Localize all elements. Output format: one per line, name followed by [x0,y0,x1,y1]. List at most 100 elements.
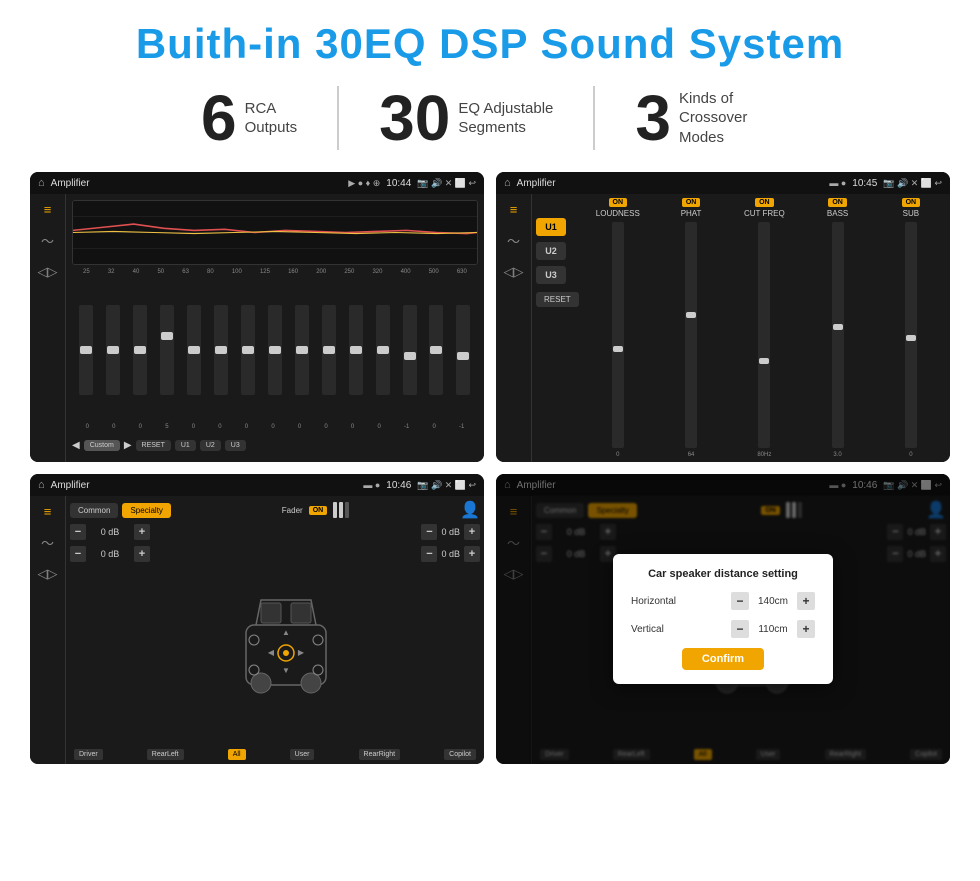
main-title: Buith-in 30EQ DSP Sound System [30,20,950,68]
amp-reset-btn[interactable]: RESET [536,292,579,307]
eq-u2-btn[interactable]: U2 [200,440,221,451]
bass-on[interactable]: ON [828,198,847,207]
eq-slider-14[interactable] [429,305,443,395]
amp-phat-col: ON PHAT 64 [656,198,726,458]
db-minus-1-bl[interactable]: − [70,524,86,540]
eq-slider-4[interactable] [160,305,174,395]
sidebar-vol-icon-tr[interactable]: ◁▷ [504,264,524,280]
eq-slider-2[interactable] [106,305,120,395]
db-plus-r1-bl[interactable]: + [464,524,480,540]
sidebar-wave-icon-bl[interactable]: 〜 [41,533,54,552]
db-plus-r2-bl[interactable]: + [464,546,480,562]
eq-slider-3[interactable] [133,305,147,395]
sidebar-vol-icon[interactable]: ◁▷ [38,264,58,280]
eq-slider-12[interactable] [376,305,390,395]
status-right-bl: 📷 🔊 ✕ ⬜ ↩ [417,480,476,491]
db-minus-2-bl[interactable]: − [70,546,86,562]
time-tl: 10:44 [386,178,411,189]
all-btn-bl[interactable]: All [228,749,246,760]
vertical-plus-btn[interactable]: + [797,620,815,638]
channel-tabs-bl: Common Specialty [70,503,171,518]
eq-slider-11[interactable] [349,305,363,395]
bass-val: 3.0 [833,452,841,458]
amp-controls: ON LOUDNESS 0 ON PHAT [583,198,946,458]
rearright-btn-bl[interactable]: RearRight [359,749,401,760]
app-title-bl: Amplifier [51,480,358,491]
sidebar-wave-icon-tr[interactable]: 〜 [507,231,520,250]
eq-reset-btn[interactable]: RESET [136,440,171,451]
sub-on[interactable]: ON [902,198,921,207]
screen-sidebar-tr: ≡ 〜 ◁▷ [496,194,532,462]
vertical-minus-btn[interactable]: − [731,620,749,638]
channel-tab-specialty-bl[interactable]: Specialty [122,503,170,518]
bass-slider[interactable] [832,222,844,448]
sub-slider[interactable] [905,222,917,448]
eq-slider-6[interactable] [214,305,228,395]
db-minus-r2-bl[interactable]: − [421,546,437,562]
eq-prev-icon[interactable]: ◀ [72,440,80,451]
eq-slider-10[interactable] [322,305,336,395]
sidebar-vol-icon-bl[interactable]: ◁▷ [38,566,58,582]
channel-tab-common-bl[interactable]: Common [70,503,118,518]
db-row-2-bl: − 0 dB + [70,546,150,562]
rearleft-btn-bl[interactable]: RearLeft [147,749,184,760]
eq-slider-9[interactable] [295,305,309,395]
cutfreq-on[interactable]: ON [755,198,774,207]
loudness-val: 0 [616,452,619,458]
amp-u3-btn[interactable]: U3 [536,266,566,284]
fader-on-bl[interactable]: ON [309,506,328,515]
sidebar-eq-icon[interactable]: ≡ [44,202,52,217]
screen-sidebar-tl: ≡ 〜 ◁▷ [30,194,66,462]
cutfreq-slider[interactable] [758,222,770,448]
loudness-slider[interactable] [612,222,624,448]
eq-slider-8[interactable] [268,305,282,395]
confirm-button[interactable]: Confirm [682,648,764,670]
eq-u1-btn[interactable]: U1 [175,440,196,451]
user-btn-bl[interactable]: User [290,749,315,760]
fader-bar-1 [333,502,337,518]
sidebar-eq-icon-tr[interactable]: ≡ [510,202,518,217]
eq-slider-1[interactable] [79,305,93,395]
dialog-box: Car speaker distance setting Horizontal … [613,554,833,684]
eq-next-icon[interactable]: ▶ [124,440,132,451]
home-icon-tl: ⌂ [38,177,45,189]
horizontal-minus-btn[interactable]: − [731,592,749,610]
freq-630: 630 [457,269,467,275]
sidebar-wave-icon[interactable]: 〜 [41,231,54,250]
screen-content-tr: ≡ 〜 ◁▷ U1 U2 U3 RESET ON LO [496,194,950,462]
amp-u2-btn[interactable]: U2 [536,242,566,260]
status-icons-tr: ▬ ● [829,178,846,188]
sidebar-eq-icon-bl[interactable]: ≡ [44,504,52,519]
app-title-tl: Amplifier [51,178,343,189]
loudness-label: LOUDNESS [596,209,640,218]
status-bar-tl: ⌂ Amplifier ▶ ● ♦ ⊕ 10:44 📷 🔊 ✕ ⬜ ↩ [30,172,484,194]
horizontal-controls: − 140cm + [731,592,815,610]
freq-160: 160 [288,269,298,275]
horizontal-plus-btn[interactable]: + [797,592,815,610]
eq-slider-15[interactable] [456,305,470,395]
db-minus-r1-bl[interactable]: − [421,524,437,540]
eq-custom-btn[interactable]: Custom [84,440,120,451]
eq-slider-13[interactable] [403,305,417,395]
eq-sliders-area: 25 32 40 50 63 80 100 125 160 200 250 32… [72,269,478,430]
db-plus-2-bl[interactable]: + [134,546,150,562]
person-icon-bl: 👤 [460,500,480,520]
horizontal-value: 140cm [753,596,793,607]
loudness-on[interactable]: ON [609,198,628,207]
amp-bass-col: ON BASS 3.0 [802,198,872,458]
stat-eq: 30 EQ AdjustableSegments [339,86,595,150]
freq-25: 25 [83,269,90,275]
phat-slider[interactable] [685,222,697,448]
phat-val: 64 [688,452,695,458]
phat-on[interactable]: ON [682,198,701,207]
amp-u1-btn[interactable]: U1 [536,218,566,236]
amp-main: U1 U2 U3 RESET ON LOUDNESS [532,194,950,462]
driver-btn-bl[interactable]: Driver [74,749,103,760]
eq-slider-5[interactable] [187,305,201,395]
eq-slider-7[interactable] [241,305,255,395]
eq-bottom-bar: ◀ Custom ▶ RESET U1 U2 U3 [72,434,478,456]
horizontal-label: Horizontal [631,596,676,607]
copilot-btn-bl[interactable]: Copilot [444,749,476,760]
eq-u3-btn[interactable]: U3 [225,440,246,451]
db-plus-1-bl[interactable]: + [134,524,150,540]
